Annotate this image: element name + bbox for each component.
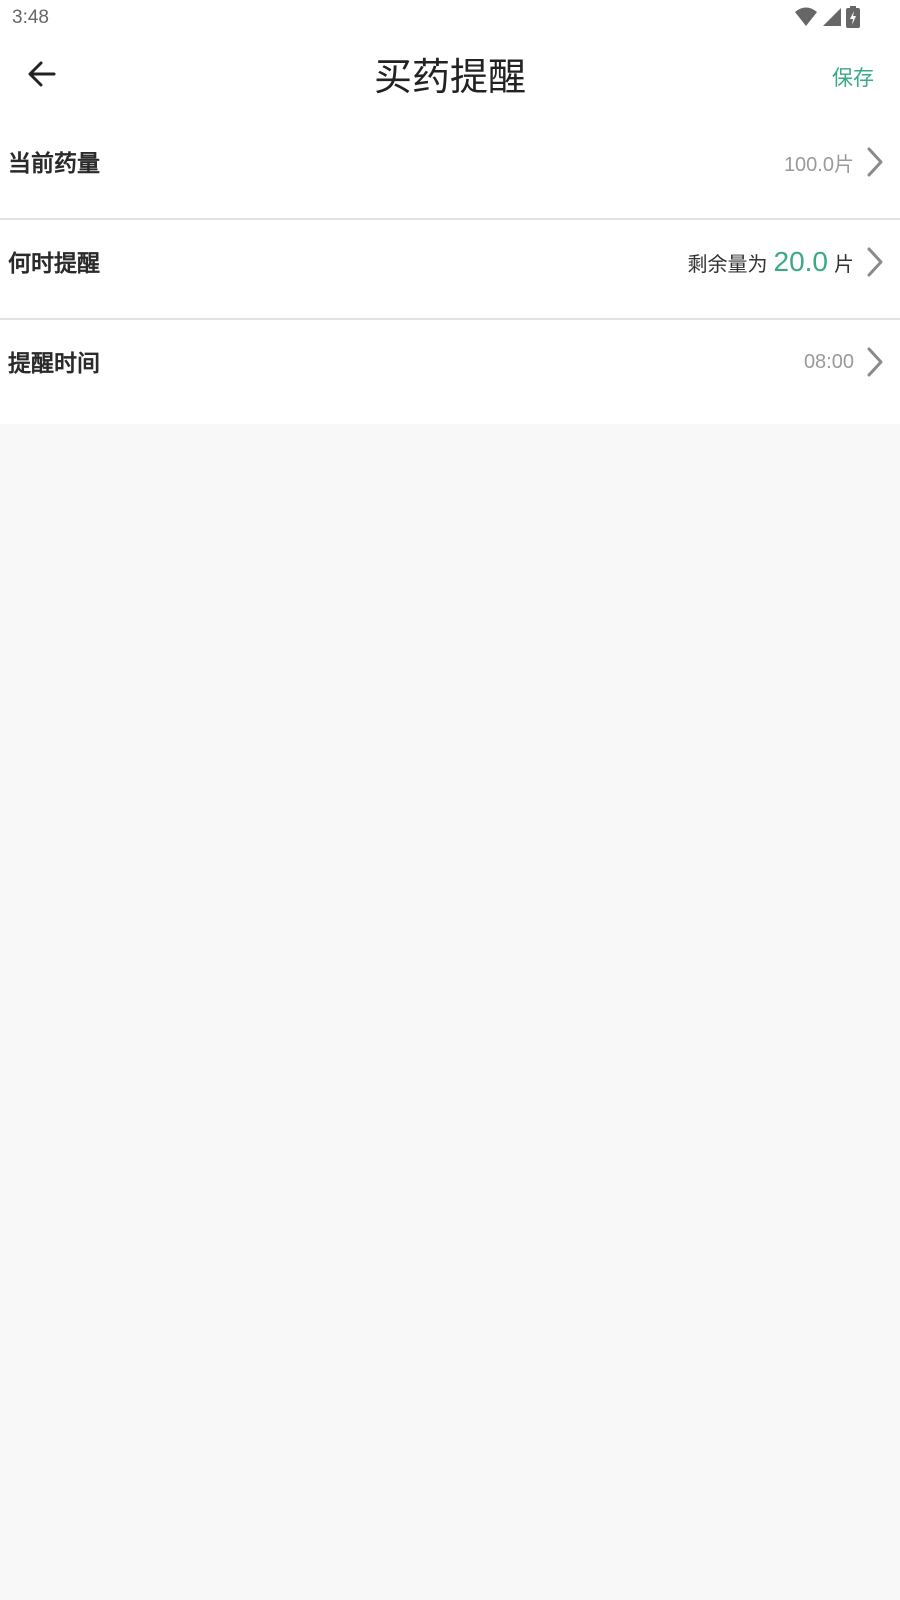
empty-content-area — [0, 424, 900, 1600]
status-icons — [794, 6, 860, 32]
chevron-right-icon — [864, 345, 886, 379]
save-button[interactable]: 保存 — [832, 64, 874, 92]
current-amount-value-group: 100.0片 — [784, 142, 886, 182]
remind-when-row[interactable]: 何时提醒 剩余量为 20.0 片 — [0, 220, 900, 320]
remind-time-row[interactable]: 提醒时间 08:00 — [0, 320, 900, 424]
remind-when-unit: 片 — [834, 251, 854, 276]
remind-time-value: 08:00 — [803, 350, 854, 373]
app-bar: 买药提醒 保存 — [0, 36, 900, 120]
remind-when-label: 何时提醒 — [8, 251, 100, 277]
settings-list: 当前药量 100.0片 何时提醒 剩余量为 20.0 片 提醒时间 08:00 — [0, 120, 900, 424]
chevron-right-icon — [864, 245, 886, 279]
cell-signal-icon — [822, 7, 842, 31]
remind-when-prefix: 剩余量为 — [687, 251, 768, 276]
remind-time-value-group: 08:00 — [804, 342, 886, 382]
current-amount-label: 当前药量 — [8, 151, 100, 177]
current-amount-value: 100.0片 — [783, 153, 854, 176]
page-title: 买药提醒 — [373, 55, 526, 99]
status-bar: 3:48 — [0, 0, 900, 36]
wifi-icon — [794, 6, 818, 32]
remind-when-value: 20.0 — [773, 246, 829, 277]
remind-when-value-group: 剩余量为 20.0 片 — [688, 242, 887, 282]
status-time: 3:48 — [12, 7, 49, 28]
chevron-right-icon — [864, 145, 886, 179]
current-amount-row[interactable]: 当前药量 100.0片 — [0, 120, 900, 220]
remind-time-label: 提醒时间 — [8, 351, 100, 377]
battery-charging-icon — [846, 6, 860, 32]
